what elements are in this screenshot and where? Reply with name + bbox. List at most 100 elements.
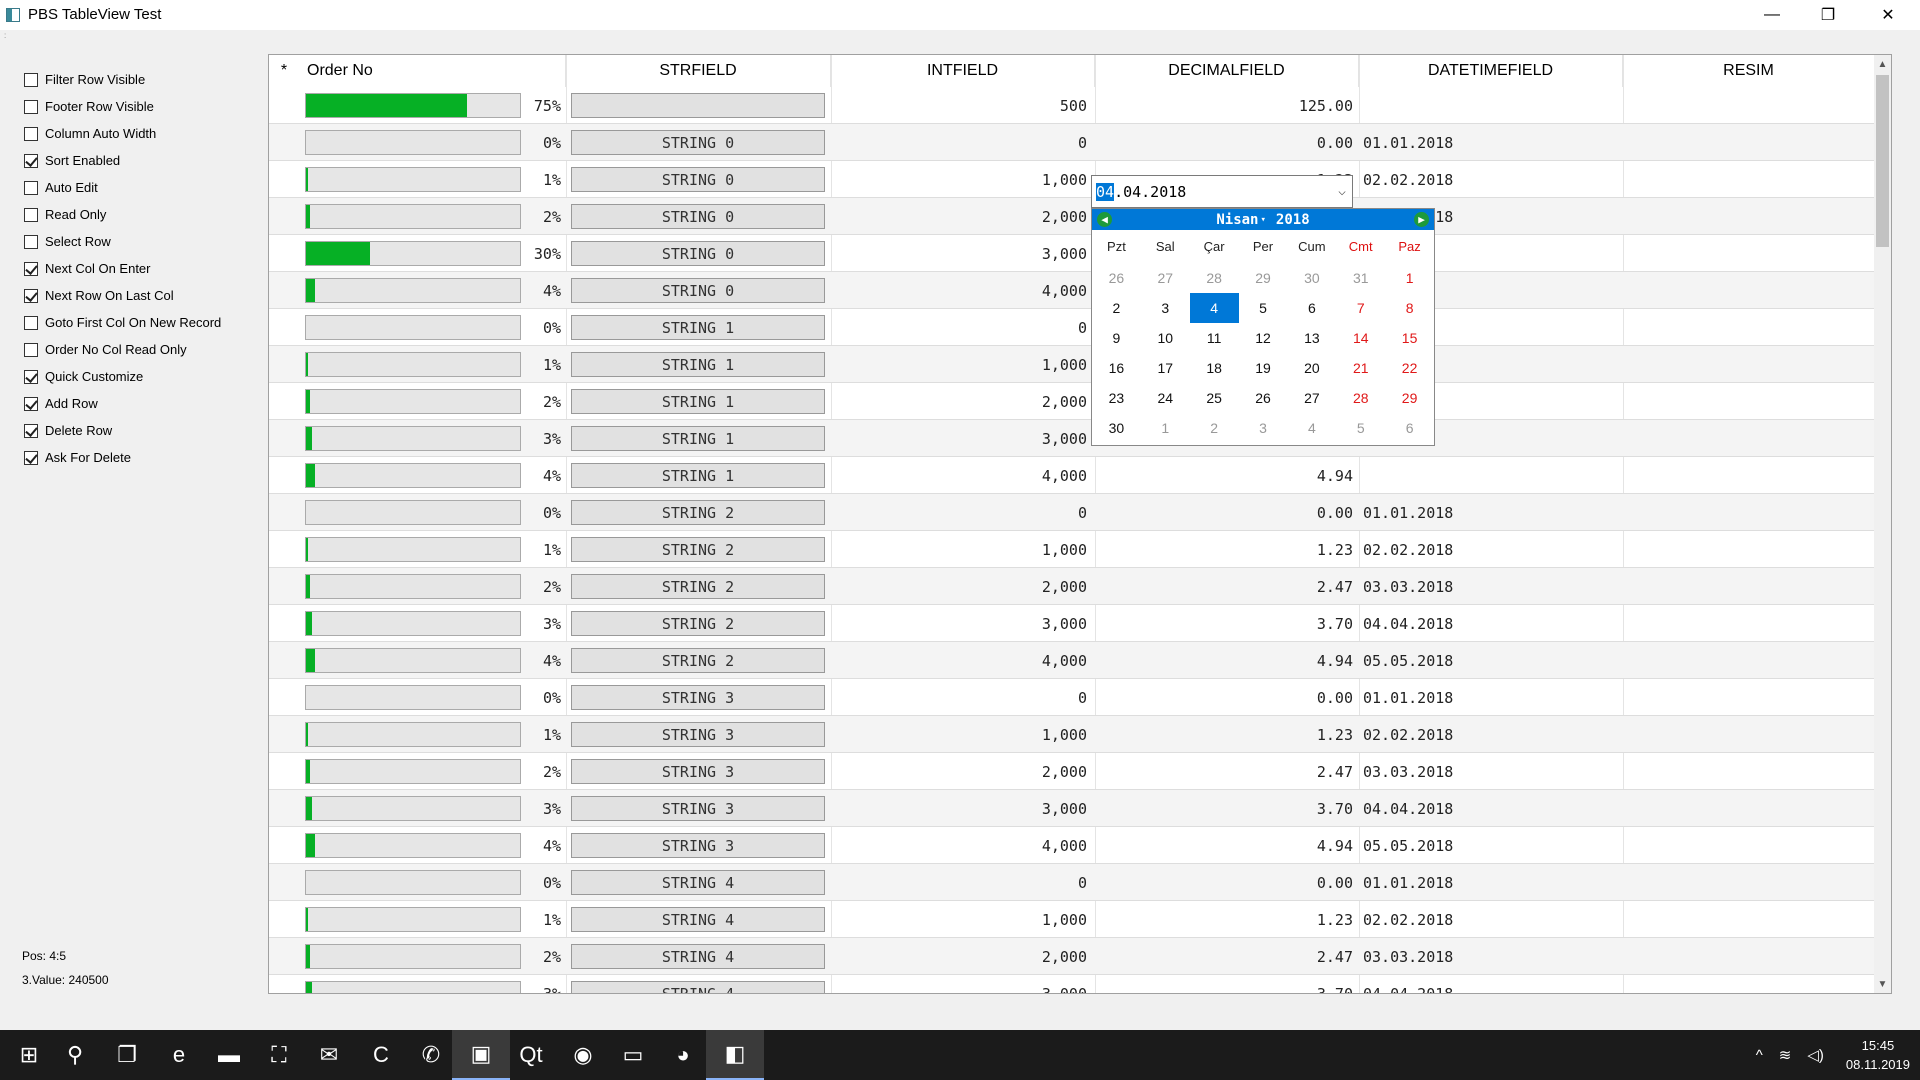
resim-field-cell[interactable]	[1623, 235, 1873, 272]
qt-creator-icon[interactable]: Qt	[502, 1030, 560, 1080]
datetime-field-cell[interactable]: 03.03.2018	[1363, 938, 1623, 975]
calendar-day[interactable]: 23	[1092, 383, 1141, 413]
network-icon[interactable]: ≋	[1779, 1046, 1792, 1064]
decimal-field-cell[interactable]: 0.00	[1099, 494, 1359, 531]
string-field-cell[interactable]: STRING 3	[571, 833, 825, 858]
calendar-day[interactable]: 1	[1385, 263, 1434, 293]
calendar-day[interactable]: 17	[1141, 353, 1190, 383]
tray-overflow-icon[interactable]: ^	[1756, 1047, 1763, 1064]
option-read-only[interactable]: Read Only	[24, 201, 264, 228]
string-field-cell[interactable]: STRING 2	[571, 574, 825, 599]
int-field-cell[interactable]: 2,000	[835, 938, 1089, 975]
int-field-cell[interactable]: 0	[835, 679, 1089, 716]
progress-bar[interactable]	[305, 685, 521, 710]
string-field-cell[interactable]: STRING 4	[571, 870, 825, 895]
string-field-cell[interactable]: STRING 4	[571, 944, 825, 969]
checkbox[interactable]	[24, 234, 38, 249]
calendar-day[interactable]: 6	[1287, 293, 1336, 323]
calendar-day[interactable]: 28	[1190, 263, 1239, 293]
calendar-day[interactable]: 13	[1287, 323, 1336, 353]
minimize-button[interactable]: —	[1744, 0, 1800, 30]
option-auto-edit[interactable]: Auto Edit	[24, 174, 264, 201]
previous-month-icon[interactable]: ◀	[1097, 212, 1112, 227]
datetime-field-cell[interactable]: 03.03.2018	[1363, 568, 1623, 605]
resim-field-cell[interactable]	[1623, 457, 1873, 494]
calendar-day[interactable]: 8	[1385, 293, 1434, 323]
calendar-day[interactable]: 7	[1336, 293, 1385, 323]
calendar-day[interactable]: 29	[1385, 383, 1434, 413]
progress-bar[interactable]	[305, 722, 521, 747]
string-field-cell[interactable]: STRING 4	[571, 907, 825, 932]
resim-field-cell[interactable]	[1623, 124, 1873, 161]
resim-field-cell[interactable]	[1623, 309, 1873, 346]
int-field-cell[interactable]: 4,000	[835, 457, 1089, 494]
table-row[interactable]: 4% STRING 3 4,000 4.94 05.05.2018	[269, 827, 1891, 864]
calendar-day[interactable]: 26	[1239, 383, 1288, 413]
decimal-field-cell[interactable]: 4.94	[1099, 457, 1359, 494]
progress-bar[interactable]	[305, 796, 521, 821]
datetime-field-cell[interactable]: 02.02.2018	[1363, 716, 1623, 753]
datetime-field-cell[interactable]: 01.01.2018	[1363, 679, 1623, 716]
table-row[interactable]: 3% STRING 2 3,000 3.70 04.04.2018	[269, 605, 1891, 642]
int-field-cell[interactable]: 3,000	[835, 420, 1089, 457]
table-view[interactable]: * Order No STRFIELD INTFIELD DECIMALFIEL…	[268, 54, 1892, 994]
decimal-field-cell[interactable]: 2.47	[1099, 568, 1359, 605]
string-field-cell[interactable]: STRING 2	[571, 537, 825, 562]
resim-field-cell[interactable]	[1623, 864, 1873, 901]
task-view-icon[interactable]: ❐	[98, 1030, 156, 1080]
checkbox[interactable]	[24, 99, 38, 114]
calendar-day[interactable]: 2	[1092, 293, 1141, 323]
table-row[interactable]: 3%STRING 13,0003.70	[269, 420, 1891, 457]
checkbox[interactable]	[24, 396, 38, 411]
date-editor-input[interactable]: 04 .04.2018 ⌵	[1091, 175, 1353, 208]
calendar-day[interactable]: 12	[1239, 323, 1288, 353]
string-field-cell[interactable]: STRING 1	[571, 315, 825, 340]
table-row[interactable]: 1% STRING 4 1,000 1.23 02.02.2018	[269, 901, 1891, 938]
resim-field-cell[interactable]	[1623, 161, 1873, 198]
calendar-day[interactable]: 4	[1287, 413, 1336, 443]
calendar-day[interactable]: 5	[1239, 293, 1288, 323]
resim-field-cell[interactable]	[1623, 383, 1873, 420]
progress-bar[interactable]	[305, 463, 521, 488]
decimal-field-cell[interactable]: 0.00	[1099, 864, 1359, 901]
option-filter-row-visible[interactable]: Filter Row Visible	[24, 66, 264, 93]
column-header-decimalfield[interactable]: DECIMALFIELD	[1095, 55, 1359, 87]
scroll-down-icon[interactable]: ▼	[1874, 975, 1891, 993]
calendar-day[interactable]: 29	[1239, 263, 1288, 293]
calendar-day[interactable]: 3	[1239, 413, 1288, 443]
string-field-cell[interactable]: STRING 3	[571, 759, 825, 784]
calendar-day[interactable]: 19	[1239, 353, 1288, 383]
checkbox[interactable]	[24, 207, 38, 222]
checkbox[interactable]	[24, 72, 38, 87]
decimal-field-cell[interactable]: 0.00	[1099, 124, 1359, 161]
int-field-cell[interactable]: 1,000	[835, 531, 1089, 568]
calendar-day[interactable]: 6	[1385, 413, 1434, 443]
progress-bar[interactable]	[305, 167, 521, 192]
datetime-field-cell[interactable]: 04.04.2018	[1363, 975, 1623, 994]
resim-field-cell[interactable]	[1623, 420, 1873, 457]
int-field-cell[interactable]: 3,000	[835, 975, 1089, 994]
chevron-down-icon[interactable]: ⌵	[1338, 184, 1346, 199]
progress-bar[interactable]	[305, 426, 521, 451]
calendar-day[interactable]: 28	[1336, 383, 1385, 413]
checkbox[interactable]	[24, 342, 38, 357]
decimal-field-cell[interactable]: 1.23	[1099, 531, 1359, 568]
checkbox[interactable]	[24, 450, 38, 465]
github-icon[interactable]: ◕	[654, 1030, 712, 1080]
int-field-cell[interactable]: 500	[835, 87, 1089, 124]
column-header-order-no[interactable]: Order No	[269, 55, 566, 87]
resim-field-cell[interactable]	[1623, 642, 1873, 679]
calendar-popup[interactable]: ◀ Nisan ▾ 2018 ▶ Pzt Sal Çar Per Cum Cmt Paz 2…	[1091, 208, 1435, 446]
int-field-cell[interactable]: 3,000	[835, 605, 1089, 642]
month-dropdown-icon[interactable]: ▾	[1261, 215, 1266, 225]
next-month-icon[interactable]: ▶	[1414, 212, 1429, 227]
string-field-cell[interactable]: STRING 0	[571, 278, 825, 303]
string-field-cell[interactable]: STRING 3	[571, 722, 825, 747]
date-editor-rest[interactable]: .04.2018	[1114, 183, 1186, 201]
progress-bar[interactable]	[305, 907, 521, 932]
string-field-cell[interactable]: STRING 0	[571, 241, 825, 266]
progress-bar[interactable]	[305, 389, 521, 414]
resim-field-cell[interactable]	[1623, 827, 1873, 864]
table-row[interactable]: 2%STRING 02,0002.4703.03.2018	[269, 198, 1891, 235]
int-field-cell[interactable]: 4,000	[835, 827, 1089, 864]
